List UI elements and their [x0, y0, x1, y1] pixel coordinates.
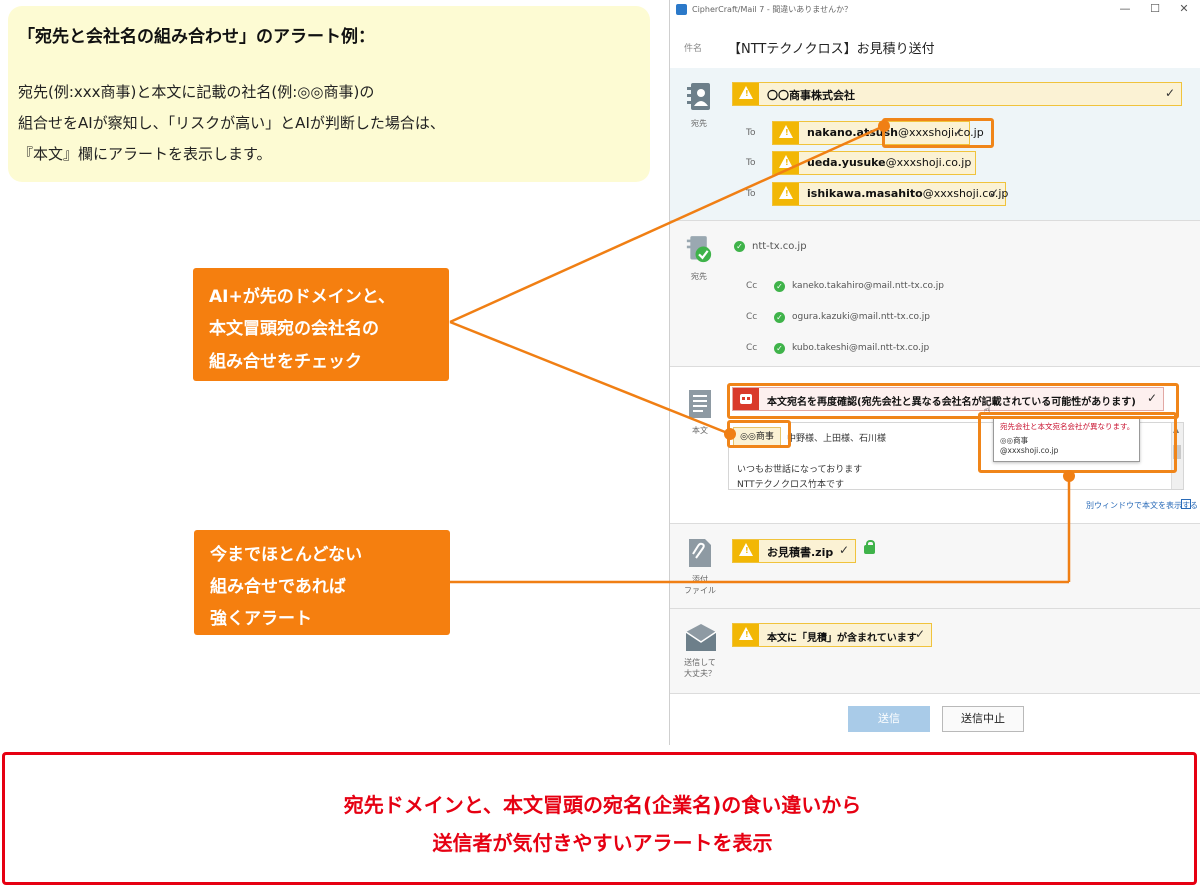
- connector-line: [449, 124, 885, 324]
- callout-line: 本文冒頭宛の会社名の: [209, 319, 379, 339]
- connector-line: [449, 320, 731, 436]
- callout-line: AI+が先のドメインと、: [209, 287, 396, 307]
- connector-dot: [724, 428, 736, 440]
- callout-line: 組み合せをチェック: [209, 352, 362, 372]
- summary-box: 宛先ドメインと、本文冒頭の宛名(企業名)の食い違いから 送信者が気付きやすいアラ…: [2, 752, 1197, 885]
- connector-dot: [878, 120, 890, 132]
- callout-ai-check: AI+が先のドメインと、 本文冒頭宛の会社名の 組み合せをチェック: [193, 268, 449, 381]
- summary-line: 送信者が気付きやすいアラートを表示: [432, 831, 773, 855]
- callout-strong-alert: 今までほとんどない 組み合せであれば 強くアラート: [194, 530, 450, 635]
- callout-line: 強くアラート: [210, 609, 312, 629]
- summary-line: 宛先ドメインと、本文冒頭の宛名(企業名)の食い違いから: [343, 793, 862, 817]
- callout-line: 組み合せであれば: [210, 577, 346, 597]
- connector-dot: [1063, 470, 1075, 482]
- callout-line: 今までほとんどない: [210, 545, 363, 565]
